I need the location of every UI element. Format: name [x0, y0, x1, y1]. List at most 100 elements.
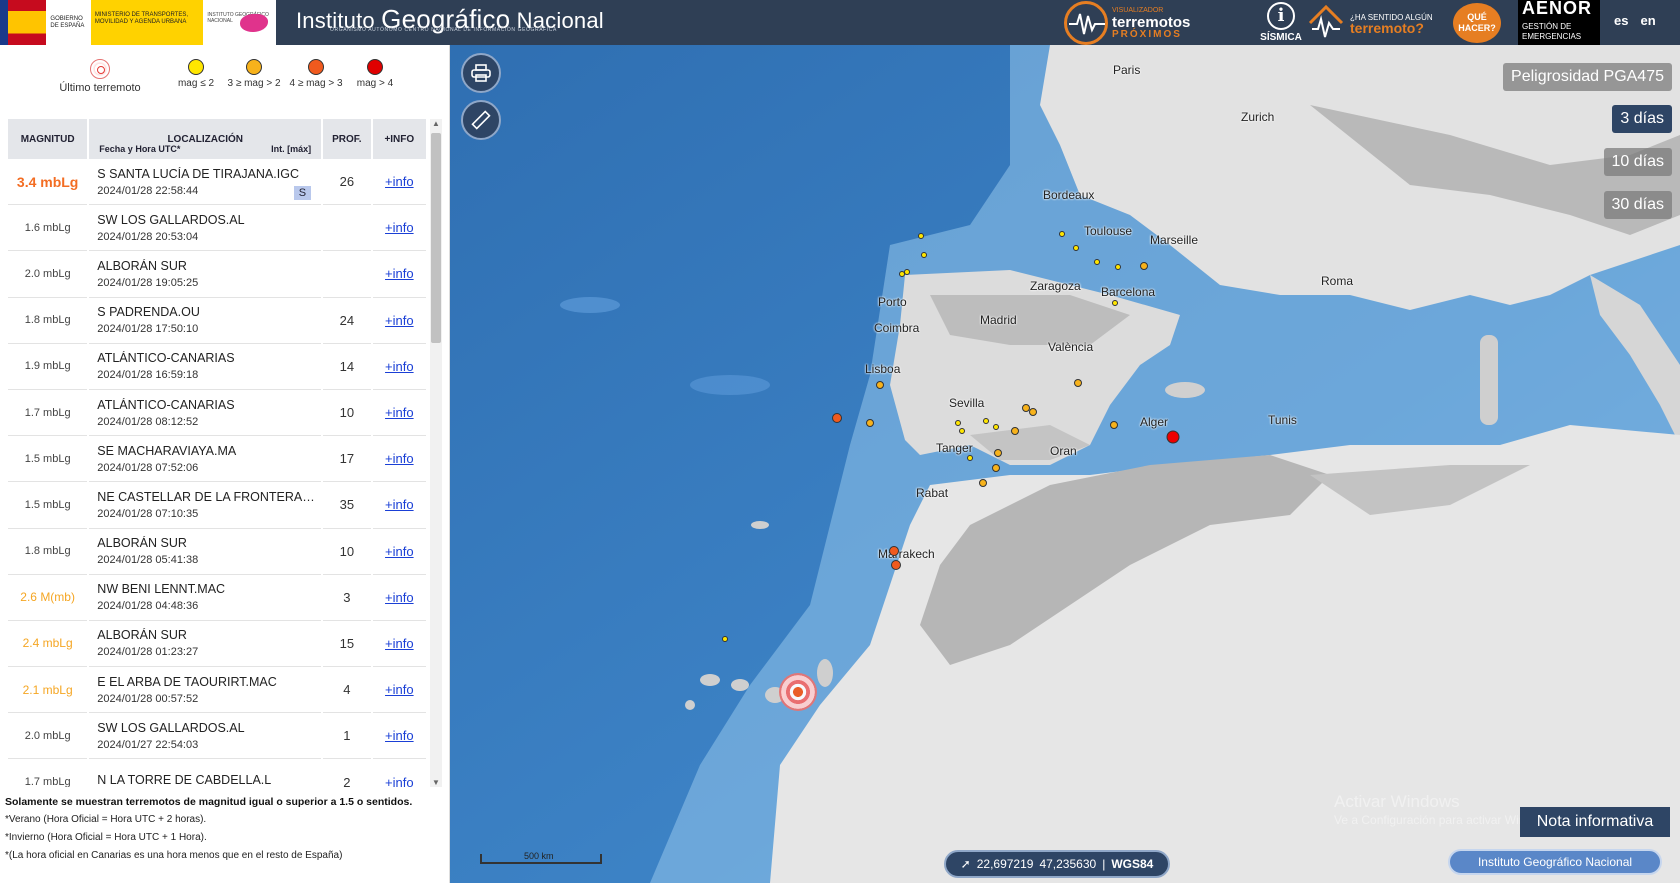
city-label: Zurich	[1241, 110, 1275, 124]
table-row[interactable]: 1.8 mbLg S PADRENDA.OU 2024/01/28 17:50:10…	[8, 298, 426, 344]
table-row[interactable]: 1.7 mbLg ATLÁNTICO-CANARIAS 2024/01/28 08:…	[8, 390, 426, 437]
cell-location: ATLÁNTICO-CANARIAS 2024/01/28 16:59:18	[89, 344, 322, 390]
info-link[interactable]: +info	[385, 544, 414, 559]
quake-marker[interactable]	[904, 269, 910, 275]
info-link[interactable]: +info	[385, 405, 414, 420]
ign-small-logo: INSTITUTO GEOGRÁFICO NACIONAL	[203, 0, 276, 45]
table-row[interactable]: 3.4 mbLg S SANTA LUCÍA DE TIRAJANA.IGC 202…	[8, 159, 426, 206]
cell-magnitude: 1.5 mbLg	[8, 436, 88, 483]
col-magnitude[interactable]: MAGNITUD	[8, 119, 88, 159]
period-30-days[interactable]: 30 días	[1603, 191, 1672, 219]
quake-marker[interactable]	[918, 233, 924, 239]
print-button[interactable]	[461, 53, 501, 93]
quake-marker[interactable]	[722, 636, 728, 642]
table-row[interactable]: 1.5 mbLg NE CASTELLAR DE LA FRONTERA.CA 20…	[8, 482, 426, 529]
quake-marker[interactable]	[1166, 430, 1180, 444]
table-row[interactable]: 2.4 mbLg ALBORÁN SUR 2024/01/28 01:23:27 15…	[8, 621, 426, 668]
cell-info: +info	[372, 575, 426, 621]
info-link[interactable]: +info	[385, 266, 414, 281]
table-row[interactable]: 2.6 M(mb) NW BENI LENNT.MAC 2024/01/28 04:…	[8, 575, 426, 621]
measure-button[interactable]	[461, 100, 501, 140]
info-link[interactable]: +info	[385, 775, 414, 787]
que-hacer-link[interactable]: QUÉ HACER?	[1453, 0, 1505, 45]
info-link[interactable]: +info	[385, 590, 414, 605]
city-label: Alger	[1140, 415, 1169, 429]
info-link[interactable]: +info	[385, 728, 414, 743]
quake-marker[interactable]	[959, 428, 965, 434]
quake-marker[interactable]	[1110, 421, 1118, 429]
info-link[interactable]: +info	[385, 174, 414, 189]
quake-marker[interactable]	[1029, 408, 1037, 416]
legend-item-le2: mag ≤ 2	[166, 59, 226, 89]
ign-attribution-button[interactable]: Instituto Geográfico Nacional	[1448, 849, 1662, 875]
table-row[interactable]: 1.9 mbLg ATLÁNTICO-CANARIAS 2024/01/28 16:…	[8, 344, 426, 390]
note-canarias: *(La hora oficial en Canarias es una hor…	[5, 850, 343, 861]
table-scrollbar[interactable]: ▲ ▼	[430, 119, 442, 787]
earthquake-table-wrap[interactable]: MAGNITUD LOCALIZACIÓN Fecha y Hora UTC* …	[6, 119, 428, 787]
info-link[interactable]: +info	[385, 451, 414, 466]
ha-sentido-link[interactable]: ¿HA SENTIDO ALGÚN terremoto?	[1306, 0, 1446, 45]
info-link[interactable]: +info	[385, 497, 414, 512]
info-link[interactable]: +info	[385, 313, 414, 328]
table-row[interactable]: 1.5 mbLg SE MACHARAVIAYA.MA 2024/01/28 07:…	[8, 436, 426, 483]
table-row[interactable]: 2.0 mbLg SW LOS GALLARDOS.AL 2024/01/27 22…	[8, 713, 426, 760]
period-3-days[interactable]: 3 días	[1612, 105, 1672, 133]
quake-marker[interactable]	[876, 381, 884, 389]
info-link[interactable]: +info	[385, 682, 414, 697]
sismica-link[interactable]: i SÍSMICA	[1256, 0, 1306, 45]
lang-en[interactable]: en	[1640, 13, 1655, 28]
map-view[interactable]: Paris Zurich Bordeaux Toulouse Marseille…	[450, 45, 1680, 883]
quake-marker[interactable]	[1140, 262, 1148, 270]
quake-marker[interactable]	[1094, 259, 1100, 265]
city-label: València	[1048, 340, 1094, 354]
intensity-badge: S	[293, 186, 312, 201]
quake-marker[interactable]	[983, 418, 989, 424]
quake-marker[interactable]	[1011, 427, 1019, 435]
quake-marker[interactable]	[921, 252, 927, 258]
last-earthquake-marker[interactable]	[779, 673, 817, 711]
info-link[interactable]: +info	[385, 359, 414, 374]
quake-marker[interactable]	[889, 546, 899, 556]
info-link[interactable]: +info	[385, 636, 414, 651]
quake-marker[interactable]	[866, 419, 874, 427]
col-location[interactable]: LOCALIZACIÓN Fecha y Hora UTC* Int. [máx…	[89, 119, 322, 159]
col-depth[interactable]: PROF.	[323, 119, 371, 159]
period-10-days[interactable]: 10 días	[1603, 148, 1672, 176]
quake-marker[interactable]	[979, 479, 987, 487]
nota-informativa-button[interactable]: Nota informativa	[1520, 807, 1670, 837]
table-row[interactable]: 1.7 mbLg N LA TORRE DE CABDELLA.L 2 +info	[8, 759, 426, 787]
cell-place: S SANTA LUCÍA DE TIRAJANA.IGC	[97, 166, 299, 181]
scroll-thumb[interactable]	[431, 133, 441, 343]
quake-marker[interactable]	[992, 464, 1000, 472]
legend-label: 4 ≥ mag > 3	[289, 78, 343, 89]
cell-magnitude: 2.0 mbLg	[8, 713, 88, 760]
visor-terremotos-logo[interactable]: VISUALIZADOR terremotos PRÓXIMOS	[1064, 0, 1228, 45]
cell-magnitude: 1.8 mbLg	[8, 529, 88, 575]
col-int-label: Int. [máx]	[271, 144, 312, 154]
quake-marker[interactable]	[955, 420, 961, 426]
quake-marker[interactable]	[1073, 245, 1079, 251]
cell-place: ALBORÁN SUR	[97, 628, 187, 643]
quake-marker[interactable]	[891, 560, 901, 570]
lang-es[interactable]: es	[1614, 13, 1628, 28]
spain-flag-icon	[0, 0, 47, 45]
table-row[interactable]: 1.6 mbLg SW LOS GALLARDOS.AL 2024/01/28 20…	[8, 205, 426, 252]
table-row[interactable]: 2.0 mbLg ALBORÁN SUR 2024/01/28 19:05:25 +i…	[8, 251, 426, 298]
quake-marker[interactable]	[967, 455, 973, 461]
quake-marker[interactable]	[994, 449, 1002, 457]
scroll-up-icon[interactable]: ▲	[432, 119, 440, 128]
quake-marker[interactable]	[1059, 231, 1065, 237]
quake-marker[interactable]	[1074, 379, 1082, 387]
table-row[interactable]: 1.8 mbLg ALBORÁN SUR 2024/01/28 05:41:38 10…	[8, 529, 426, 575]
quake-marker[interactable]	[1112, 300, 1118, 306]
info-link[interactable]: +info	[385, 220, 414, 235]
quake-marker[interactable]	[993, 424, 999, 430]
visor-big: terremotos	[1112, 14, 1191, 31]
quake-marker[interactable]	[832, 413, 842, 423]
quake-marker[interactable]	[1115, 264, 1121, 270]
table-row[interactable]: 2.1 mbLg E EL ARBA DE TAOURIRT.MAC 2024/01…	[8, 667, 426, 714]
scale-bar: 500 km	[480, 851, 602, 864]
government-logo[interactable]: GOBIERNO DE ESPAÑA MINISTERIO DE TRANSPO…	[0, 0, 276, 45]
scroll-down-icon[interactable]: ▼	[432, 778, 440, 787]
peligrosidad-toggle[interactable]: Peligrosidad PGA475	[1503, 63, 1672, 91]
